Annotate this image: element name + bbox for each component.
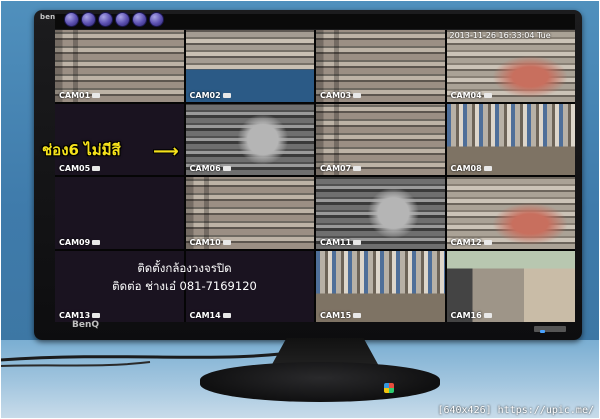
photo-frame (0, 0, 600, 419)
annotation-text: ช่อง6 ไม่มีสี (42, 141, 121, 159)
installer-info: ติดตั้งกล้องวงจรปิดติดต่อ ช่างเอ๋ 081-71… (55, 259, 314, 295)
annotation-arrow-icon: ⟶ (153, 141, 179, 162)
installer-info-line: ติดตั้งกล้องวงจรปิด (137, 260, 232, 275)
installer-info-line: ติดต่อ ช่างเอ๋ 081-7169120 (112, 278, 257, 293)
